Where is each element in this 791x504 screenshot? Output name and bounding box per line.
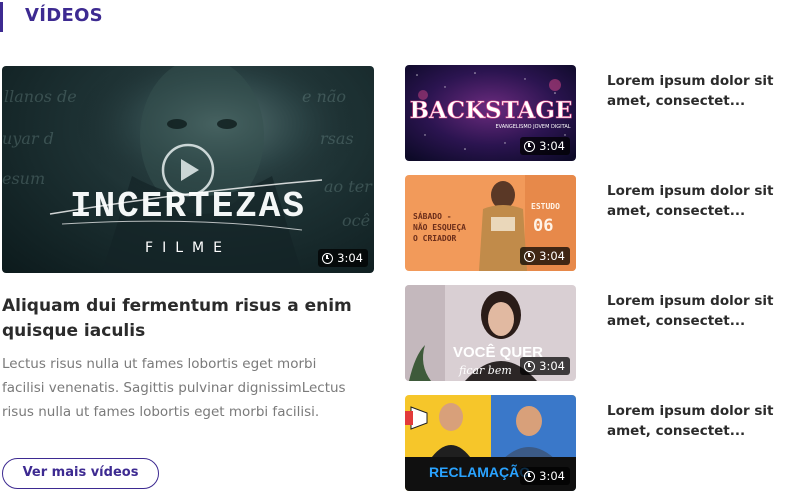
clock-icon bbox=[524, 470, 536, 482]
bg-script-1: llanos de bbox=[4, 87, 77, 106]
clock-icon bbox=[524, 360, 536, 372]
duration-text: 3:04 bbox=[337, 251, 363, 265]
bg-script-6: ao ter bbox=[324, 177, 373, 196]
bg-script-5: esum bbox=[2, 169, 45, 188]
side-video-title[interactable]: Lorem ipsum dolor sit amet, consectet... bbox=[607, 181, 777, 221]
thumb-title: BACKSTAGE bbox=[409, 97, 572, 124]
side-video-title[interactable]: Lorem ipsum dolor sit amet, consectet... bbox=[607, 291, 777, 331]
duration-badge: 3:04 bbox=[520, 467, 570, 485]
bg-script-3: uyar d bbox=[2, 129, 54, 148]
duration-badge: 3:04 bbox=[318, 249, 368, 267]
duration-text: 3:04 bbox=[539, 249, 565, 263]
bg-script-4: rsas bbox=[320, 129, 354, 148]
duration-text: 3:04 bbox=[539, 139, 565, 153]
clock-icon bbox=[524, 250, 536, 262]
duration-badge: 3:04 bbox=[520, 357, 570, 375]
duration-text: 3:04 bbox=[539, 359, 565, 373]
side-video-thumbnail[interactable]: BACKSTAGE EVANGELISMO JOVEM DIGITAL 3:04 bbox=[405, 65, 576, 161]
clock-icon bbox=[322, 252, 334, 264]
side-video-item[interactable]: SÁBADO - NÃO ESQUEÇA O CRIADOR ESTUDO 06… bbox=[405, 175, 785, 271]
thumb-line-3: O CRIADOR bbox=[413, 234, 457, 243]
side-video-thumbnail[interactable]: RECLAMAÇÃO 3:04 bbox=[405, 395, 576, 491]
section-title: VÍDEOS bbox=[0, 2, 103, 32]
thumb-subtitle: ficar bem bbox=[458, 364, 512, 377]
side-video-title[interactable]: Lorem ipsum dolor sit amet, consectet... bbox=[607, 71, 777, 111]
duration-text: 3:04 bbox=[539, 469, 565, 483]
featured-video-title[interactable]: Aliquam dui fermentum risus a enim quisq… bbox=[2, 294, 362, 344]
side-video-item[interactable]: VOCÊ QUER ficar bem 3:04 Lorem ipsum dol… bbox=[405, 285, 785, 381]
thumb-line-1: SÁBADO - bbox=[413, 210, 452, 221]
thumb-title: RECLAMAÇÃO bbox=[429, 463, 530, 480]
duration-badge: 3:04 bbox=[520, 137, 570, 155]
thumb-right-number: 06 bbox=[533, 216, 553, 236]
featured-thumbnail-art: llanos de e não uyar d rsas esum ao ter … bbox=[2, 66, 374, 273]
bg-script-7: ocê bbox=[342, 211, 370, 230]
more-videos-button[interactable]: Ver mais vídeos bbox=[2, 458, 159, 489]
featured-video-description: Lectus risus nulla ut fames lobortis ege… bbox=[2, 356, 346, 420]
side-video-thumbnail[interactable]: SÁBADO - NÃO ESQUEÇA O CRIADOR ESTUDO 06… bbox=[405, 175, 576, 271]
side-video-title[interactable]: Lorem ipsum dolor sit amet, consectet... bbox=[607, 401, 777, 441]
side-video-item[interactable]: BACKSTAGE EVANGELISMO JOVEM DIGITAL 3:04… bbox=[405, 65, 785, 161]
side-video-item[interactable]: RECLAMAÇÃO 3:04 Lorem ipsum dolor sit am… bbox=[405, 395, 785, 491]
featured-video-thumbnail[interactable]: llanos de e não uyar d rsas esum ao ter … bbox=[2, 66, 374, 273]
bg-script-2: e não bbox=[302, 87, 346, 106]
thumb-subtitle: EVANGELISMO JOVEM DIGITAL bbox=[495, 124, 570, 130]
thumb-right-label: ESTUDO bbox=[531, 202, 560, 211]
side-video-thumbnail[interactable]: VOCÊ QUER ficar bem 3:04 bbox=[405, 285, 576, 381]
clock-icon bbox=[524, 140, 536, 152]
duration-badge: 3:04 bbox=[520, 247, 570, 265]
thumb-line-2: NÃO ESQUEÇA bbox=[413, 222, 466, 232]
thumbnail-title: INCERTEZAS bbox=[70, 186, 306, 227]
thumbnail-subtitle: FILME bbox=[145, 240, 231, 256]
